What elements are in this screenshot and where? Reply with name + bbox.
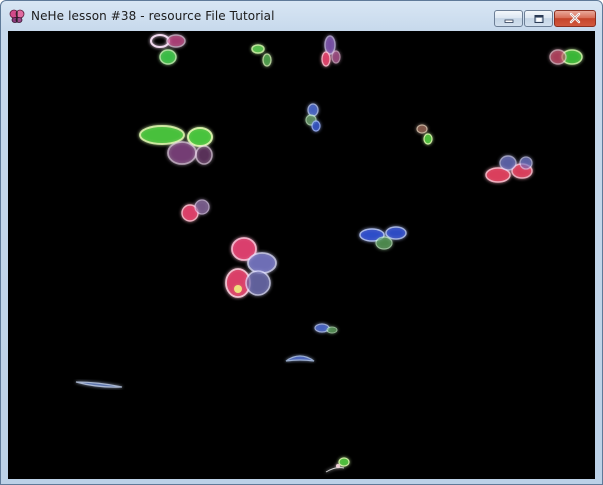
close-icon — [568, 9, 582, 28]
minimize-icon — [503, 9, 515, 28]
butterfly — [325, 457, 350, 473]
butterfly — [150, 34, 186, 65]
butterfly-app-icon[interactable] — [9, 8, 25, 24]
butterfly-scene — [75, 34, 583, 473]
opengl-canvas[interactable] — [8, 31, 595, 479]
butterfly — [359, 226, 407, 250]
butterfly — [139, 125, 213, 165]
maximize-button[interactable] — [524, 10, 553, 27]
minimize-button[interactable] — [494, 10, 523, 27]
caption-buttons — [494, 10, 596, 28]
butterfly — [181, 199, 210, 222]
app-window: NeHe lesson #38 - resource File Tutorial — [0, 0, 603, 485]
butterfly — [251, 44, 272, 67]
window-title: NeHe lesson #38 - resource File Tutorial — [31, 9, 275, 23]
title-bar[interactable]: NeHe lesson #38 - resource File Tutorial — [1, 1, 602, 30]
butterfly — [549, 49, 583, 65]
butterfly — [314, 323, 338, 334]
butterfly — [321, 35, 341, 67]
butterfly — [305, 103, 321, 132]
butterfly — [485, 155, 533, 183]
butterfly — [416, 124, 433, 145]
window-bottom-border[interactable] — [1, 479, 602, 485]
butterfly — [75, 381, 123, 388]
maximize-icon — [533, 9, 545, 28]
butterfly — [225, 237, 277, 298]
butterfly — [285, 355, 315, 362]
close-button[interactable] — [554, 10, 596, 27]
